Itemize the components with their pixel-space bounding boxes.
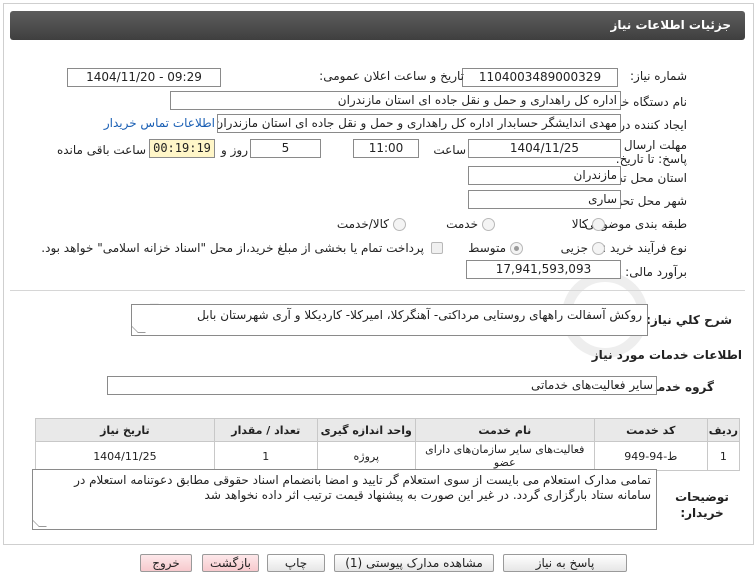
need-number-label: شماره نیاز: — [630, 69, 687, 83]
services-section-title: اطلاعات خدمات مورد نیاز — [591, 348, 742, 362]
deadline-time-label: ساعت — [433, 143, 466, 157]
table-row[interactable]: 1 ط-94-949 فعالیت‌های سایر سازمان‌های دا… — [35, 441, 741, 471]
page-title: جزئیات اطلاعات نیاز — [610, 18, 731, 32]
city-field[interactable]: ساری — [468, 190, 621, 209]
need-number-field[interactable]: 1104003489000329 — [462, 68, 618, 87]
announce-label: تاریخ و ساعت اعلان عمومی: — [319, 69, 464, 83]
col-header-name: نام خدمت — [414, 418, 595, 442]
service-group-field[interactable]: سایر فعالیت‌های خدماتی — [107, 376, 657, 395]
deadline-time-field[interactable]: 11:00 — [353, 139, 419, 158]
cell-code: ط-94-949 — [593, 441, 708, 471]
col-header-date: تاریخ نیاز — [35, 418, 215, 442]
category-option-service: خدمت — [446, 217, 478, 231]
category-option-goods: کالا — [571, 217, 588, 231]
buyer-notes-text: تمامی مدارک استعلام می بایست از سوی استع… — [74, 473, 651, 502]
buyer-org-field[interactable]: اداره کل راهداری و حمل و نقل جاده ای است… — [170, 91, 621, 110]
resize-grip-icon[interactable] — [132, 325, 146, 333]
category-radio-goods-service[interactable] — [393, 218, 406, 231]
category-option-goods-service: کالا/خدمت — [336, 217, 389, 231]
col-header-unit: واحد اندازه گیری — [316, 418, 416, 442]
budget-field[interactable]: 17,941,593,093 — [466, 260, 621, 279]
services-table: ردیف کد خدمت نام خدمت واحد اندازه گیری ت… — [35, 418, 741, 471]
cell-unit: پروژه — [316, 441, 416, 471]
resize-grip-icon[interactable] — [33, 519, 47, 527]
summary-text: روکش آسفالت راههای روستایی مرداکتی- آهنگ… — [196, 308, 642, 322]
print-button[interactable]: چاپ — [267, 554, 325, 572]
col-header-row: ردیف — [706, 418, 741, 442]
cell-name: فعالیت‌های سایر سازمان‌های دارای عضو — [414, 441, 595, 471]
col-header-qty: تعداد / مقدار — [213, 418, 318, 442]
contact-buyer-link[interactable]: اطلاعات تماس خریدار — [104, 116, 215, 130]
process-option-medium: متوسط — [468, 241, 506, 255]
table-header-row: ردیف کد خدمت نام خدمت واحد اندازه گیری ت… — [35, 418, 741, 442]
announce-field[interactable]: 1404/11/20 - 09:29 — [67, 68, 221, 87]
process-label: نوع فرآیند خرید : — [602, 241, 687, 255]
process-radio-minor[interactable] — [592, 242, 605, 255]
cell-date: 1404/11/25 — [35, 441, 215, 471]
days-field[interactable]: 5 — [250, 139, 321, 158]
province-field[interactable]: مازندران — [468, 166, 621, 185]
days-label: روز و — [221, 143, 248, 157]
page-header: جزئیات اطلاعات نیاز — [10, 11, 745, 40]
summary-textarea[interactable]: روکش آسفالت راههای روستایی مرداکتی- آهنگ… — [131, 304, 648, 336]
deadline-date-field[interactable]: 1404/11/25 — [468, 139, 621, 158]
col-header-code: کد خدمت — [593, 418, 708, 442]
exit-button[interactable]: خروج — [140, 554, 192, 572]
cell-row: 1 — [706, 441, 741, 471]
category-radio-goods[interactable] — [592, 218, 605, 231]
buyer-notes-textarea[interactable]: تمامی مدارک استعلام می بایست از سوی استع… — [32, 469, 657, 530]
remaining-timer: 00:19:19 — [149, 139, 215, 158]
creator-field[interactable]: مهدی اندایشگر حسابدار اداره کل راهداری و… — [217, 114, 621, 133]
summary-label: شرح کلي نياز: — [646, 313, 732, 327]
section-divider — [10, 290, 745, 291]
process-radio-medium[interactable] — [510, 242, 523, 255]
buyer-notes-label: توضیحات خریدار: — [675, 490, 729, 520]
remaining-label: ساعت باقی مانده — [56, 143, 146, 157]
reply-button[interactable]: پاسخ به نیاز — [503, 554, 627, 572]
budget-label: برآورد مالی: — [625, 265, 687, 279]
payment-note: پرداخت تمام یا بخشی از مبلغ خرید،از محل … — [41, 241, 424, 255]
cell-qty: 1 — [213, 441, 318, 471]
view-documents-button[interactable]: مشاهده مدارک پیوستی (1) — [334, 554, 494, 572]
process-option-minor: جزیی — [560, 241, 588, 255]
category-radio-service[interactable] — [482, 218, 495, 231]
treasury-checkbox[interactable] — [431, 242, 443, 254]
back-button[interactable]: بازگشت — [202, 554, 259, 572]
